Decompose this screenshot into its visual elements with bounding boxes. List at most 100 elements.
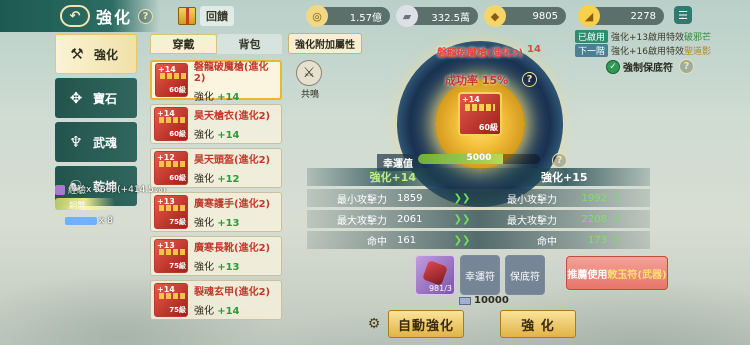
currency-yuanbao[interactable]: ◢ 2278: [578, 5, 664, 27]
stat-label: 命中: [537, 236, 557, 248]
equipment-item[interactable]: +14 60級 昊天槍衣(進化2) 強化 +14: [150, 104, 282, 144]
currency-value: 1.57億: [349, 12, 382, 24]
gem-dots: [465, 104, 495, 111]
target-equipment-slot[interactable]: +14 60級: [458, 92, 502, 136]
arrow-right-icon: ❯❯: [453, 213, 471, 225]
currency-value: 2278: [630, 10, 656, 22]
stat-label: 最大攻擊力: [337, 215, 387, 227]
gem-dots: [159, 161, 185, 167]
stat-row: 最大攻擊力 2061 ❯❯ 最大攻擊力 2208 ⇧: [307, 210, 650, 228]
auto-enhance-button[interactable]: 自動強化: [388, 310, 464, 338]
equipment-item[interactable]: +12 60級 昊天頭盔(進化2) 強化 +12: [150, 148, 282, 188]
equipment-item[interactable]: +13 75級 廣寒護手(進化2) 強化 +13: [150, 192, 282, 232]
stat-label: 命中: [367, 236, 387, 248]
equipment-item[interactable]: +14 60級 磐龍破魔槍(進化2) 強化 +14: [150, 58, 282, 103]
item-name: 磐龍破魔槍(進化2): [193, 61, 269, 84]
current-level: 強化+14: [307, 168, 479, 186]
silver-ingot-icon: [459, 296, 471, 305]
hammer-icon: ⚒: [70, 45, 84, 63]
gift-button[interactable]: 回饋: [178, 6, 234, 26]
stat-label: 最小攻擊力: [507, 194, 557, 206]
gem-dots: [159, 293, 185, 299]
item-level-req: 60級: [169, 86, 186, 94]
success-help-icon[interactable]: ?: [522, 72, 537, 87]
stat-rows: 最小攻擊力 1859 ❯❯ 最小攻擊力 1992 ⇧ 最大攻擊力 2061 ❯❯ 最大攻擊力 220…: [307, 189, 650, 249]
item-level-req: 75級: [169, 262, 186, 270]
currency-coin[interactable]: ◎ 1.57億: [306, 5, 390, 27]
force-safe-toggle[interactable]: ✓ 強制保底符 ?: [606, 59, 694, 74]
gear-icon[interactable]: ⚙: [366, 316, 382, 332]
nav-label: 寶石: [93, 91, 118, 106]
force-safe-label: 強制保底符: [623, 63, 673, 74]
equipment-item[interactable]: +14 75級 裂魂玄甲(進化2) 強化 +14: [150, 280, 282, 320]
stats-header: 強化+14 強化+15: [307, 168, 650, 186]
soul-icon: ♆: [69, 133, 83, 151]
arrow-right-icon: ❯❯: [453, 234, 471, 246]
exp-gem-icon: [55, 184, 65, 195]
currency-gold[interactable]: ◆ 9805: [484, 5, 566, 27]
effect-tag: 下一階: [575, 44, 609, 57]
target-item-suffix: 14: [527, 44, 541, 55]
enhance-button[interactable]: 強 化: [500, 310, 576, 338]
safe-charm-slot[interactable]: 保底符: [505, 255, 545, 295]
tab-equipped[interactable]: 穿戴: [150, 34, 217, 54]
effect-text: 強化+13啟用特效: [611, 33, 685, 43]
exp-label: 經驗: [68, 186, 87, 196]
stat-row: 命中 161 ❯❯ 命中 173 ⇧: [307, 231, 650, 249]
equipment-list: +14 60級 磐龍破魔槍(進化2) 強化 +14 +14 60級 昊天槍衣(進化2) 強化 …: [150, 60, 282, 320]
luck-help-icon[interactable]: ?: [552, 153, 567, 168]
nav-item-gem[interactable]: ✥ 寶石: [55, 78, 137, 118]
page-title: 強化: [96, 8, 133, 27]
equipment-thumb: +12 60級: [154, 151, 188, 185]
side-buff-bar: 銅幣: [55, 198, 115, 210]
nav-item-soul[interactable]: ♆ 武魂: [55, 122, 137, 162]
item-level-req: 75級: [169, 306, 186, 314]
force-safe-help-icon[interactable]: ?: [679, 59, 694, 74]
gem-icon: ✥: [69, 89, 83, 107]
luck-value: 5000: [466, 153, 492, 163]
material-count: 981/3: [428, 284, 452, 293]
tab-bag[interactable]: 背包: [217, 34, 282, 54]
item-info: 昊天頭盔(進化2) 強化 +12: [194, 151, 270, 185]
equipment-thumb: +13 75級: [154, 239, 188, 273]
nav-item-enhance[interactable]: ⚒ 強化: [55, 34, 137, 74]
luck-charm-slot[interactable]: 幸運符: [460, 255, 500, 295]
side-item-count: x 8: [55, 216, 113, 226]
equipment-item[interactable]: +13 75級 廣寒長靴(進化2) 強化 +13: [150, 236, 282, 276]
gift-label: 回饋: [200, 6, 234, 26]
item-info: 磐龍破魔槍(進化2) 強化 +14: [194, 58, 277, 103]
stat-current: 161: [397, 234, 417, 246]
item-info: 昊天槍衣(進化2) 強化 +14: [194, 107, 270, 141]
effect-next: 下一階 強化+16啟用特效 聖道影: [575, 44, 711, 57]
target-plus: +14: [462, 95, 480, 104]
equipment-thumb: +14 60級: [154, 107, 188, 141]
yuanbao-icon: ◢: [578, 5, 600, 27]
item-level: 強化 +13: [194, 218, 240, 229]
equipment-thumb: +13 75級: [154, 195, 188, 229]
currency-silver[interactable]: ▰ 332.5萬: [396, 5, 478, 27]
silver-ingot-icon: ▰: [396, 5, 418, 27]
resonance-button[interactable]: ⚔ 共鳴: [296, 60, 324, 100]
arrow-up-icon: ⇧: [612, 234, 622, 246]
help-icon[interactable]: ?: [138, 8, 154, 24]
stat-next: 2208: [581, 213, 607, 225]
recommend-button[interactable]: 推薦使用 敕玉符(武器): [566, 256, 668, 290]
effect-name: 破邪芒: [684, 33, 712, 43]
stat-label: 最大攻擊力: [507, 215, 557, 227]
gem-dots: [159, 205, 185, 211]
equipment-thumb: +14 75級: [154, 283, 188, 317]
bonus-attribute-button[interactable]: 強化附加屬性: [288, 33, 362, 54]
menu-icon[interactable]: ☰: [674, 6, 692, 24]
success-rate: 成功率 15%: [445, 74, 509, 87]
stat-label: 最小攻擊力: [337, 194, 387, 206]
equipment-list-panel: 穿戴 背包 +14 60級 磐龍破魔槍(進化2) 強化 +14 +14 60級 昊天槍衣(進…: [150, 34, 282, 345]
back-button[interactable]: ↶: [60, 5, 90, 27]
gold-ingot-icon: ◆: [484, 5, 506, 27]
recommend-prefix: 推薦使用: [567, 269, 608, 281]
material-ore-slot[interactable]: 981/3: [415, 255, 455, 295]
gem-dots: [160, 73, 186, 79]
cost: 10000: [459, 295, 509, 306]
effect-tag: 已啟用: [575, 30, 609, 43]
nav-label: 武魂: [93, 135, 118, 150]
item-info: 廣寒護手(進化2) 強化 +13: [194, 195, 270, 229]
